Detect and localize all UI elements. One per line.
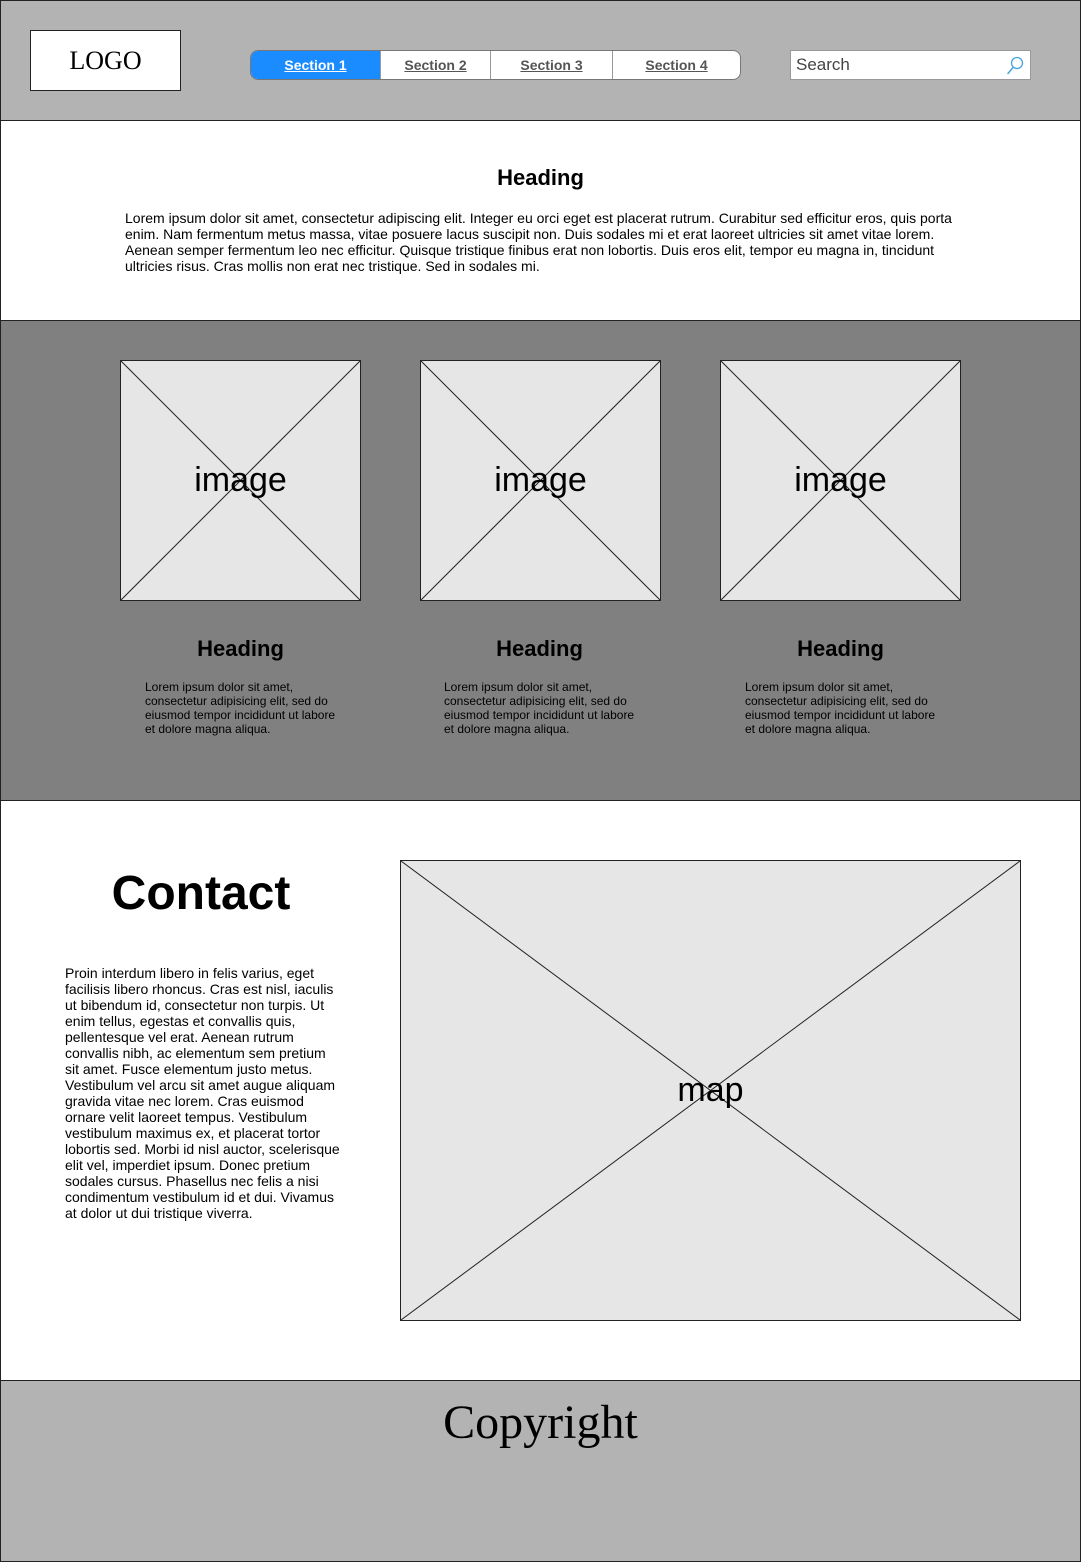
image-label: image <box>194 461 287 499</box>
feature-heading: Heading <box>797 636 884 661</box>
image-label: image <box>494 461 587 499</box>
feature-heading: Heading <box>197 636 284 661</box>
copyright-text: Copyright <box>443 1396 638 1449</box>
feature-image-placeholder: image <box>720 360 961 601</box>
search-input[interactable] <box>791 51 1011 79</box>
feature-image-placeholder: image <box>420 360 661 601</box>
logo[interactable]: LOGO <box>30 30 181 91</box>
feature-text: Lorem ipsum dolor sit amet, consectetur … <box>745 680 936 736</box>
feature-text: Lorem ipsum dolor sit amet, consectetur … <box>444 680 635 736</box>
contact-paragraph: Proin interdum libero in felis varius, e… <box>65 965 340 1221</box>
tab-section-1[interactable]: Section 1 <box>251 51 381 79</box>
section-nav: Section 1 Section 2 Section 3 Section 4 <box>250 50 741 80</box>
tab-section-4[interactable]: Section 4 <box>613 51 740 79</box>
map-placeholder[interactable]: map <box>400 860 1021 1321</box>
intro-paragraph: Lorem ipsum dolor sit amet, consectetur … <box>125 210 952 274</box>
map-label: map <box>677 1071 744 1109</box>
tab-section-3[interactable]: Section 3 <box>491 51 613 79</box>
search-box <box>790 50 1031 80</box>
tab-section-2[interactable]: Section 2 <box>381 51 491 79</box>
intro-heading: Heading <box>497 165 584 190</box>
contact-heading: Contact <box>111 867 291 920</box>
feature-text: Lorem ipsum dolor sit amet, consectetur … <box>145 680 336 736</box>
feature-image-placeholder: image <box>120 360 361 601</box>
search-icon[interactable] <box>1004 55 1026 77</box>
feature-heading: Heading <box>496 636 583 661</box>
image-label: image <box>794 461 887 499</box>
